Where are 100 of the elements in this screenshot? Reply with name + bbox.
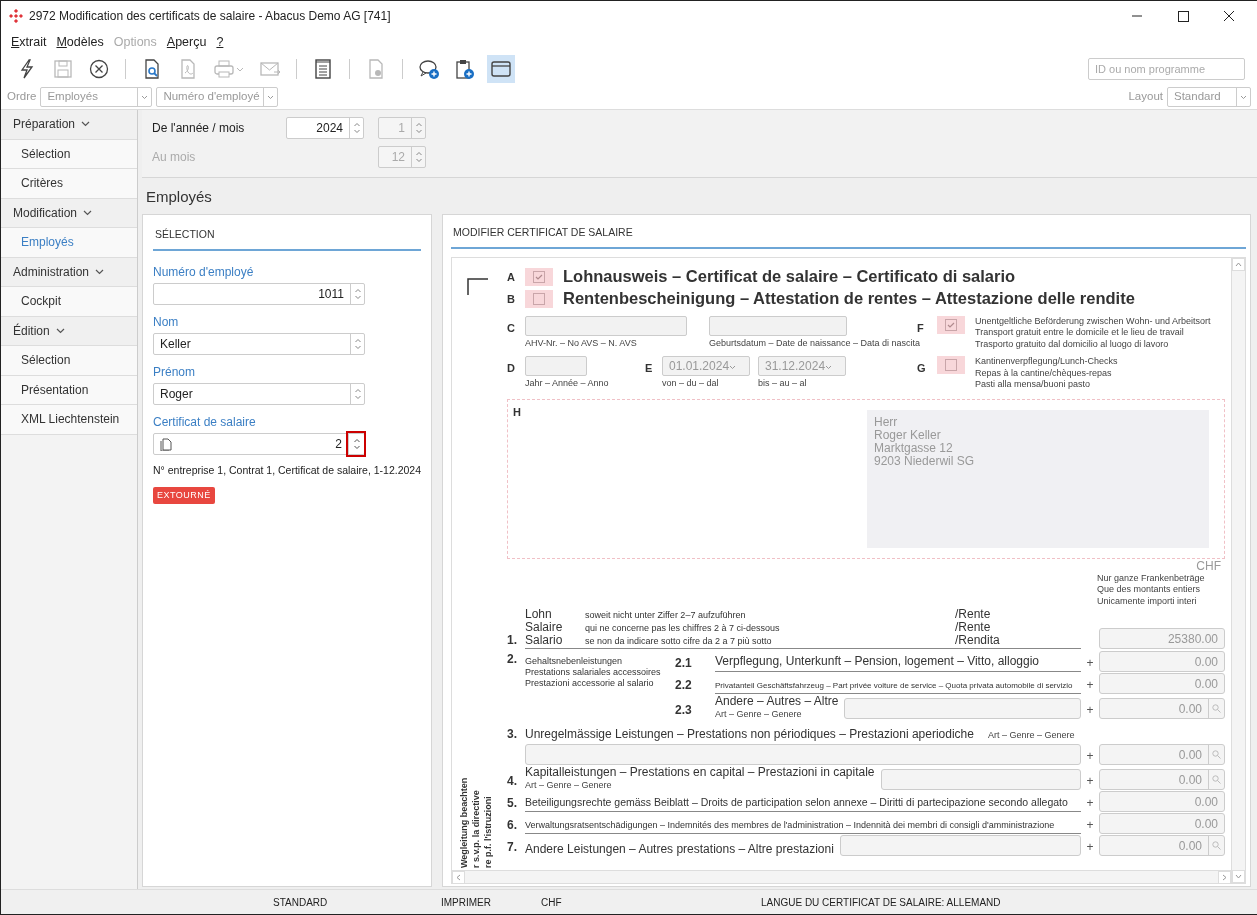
period-label: De l'année / mois xyxy=(152,119,246,137)
checkbox[interactable] xyxy=(937,356,965,375)
printer-icon xyxy=(213,58,245,80)
item-label: Verpflegung, Unterkunft – Pension, logement – Vitto, alloggio xyxy=(715,652,1081,673)
item-label: Privatanteil Geschäftsfahrzeug – Part privée voiture de service – Quota privata automobile di servizio xyxy=(715,680,1081,695)
ahv-field[interactable] xyxy=(525,315,687,336)
document-icon xyxy=(159,436,173,451)
menu-item[interactable]: Extrait xyxy=(11,32,47,52)
maximize-icon[interactable] xyxy=(1175,9,1191,23)
scroll-down-icon[interactable] xyxy=(1235,874,1242,879)
field-caption: Art – Genre – Genere xyxy=(987,730,1075,741)
save-icon xyxy=(52,58,74,80)
chevron-down-icon xyxy=(95,268,105,275)
plus-sign: + xyxy=(1085,817,1095,835)
item-label: Verwaltungsratsentschädigungen – Indemnités des membres de l'administration – Indennità dei membri di consigli d'amministrazione xyxy=(525,818,1081,835)
spinner-button[interactable] xyxy=(348,432,364,455)
plus-sign: + xyxy=(1085,655,1095,673)
field-label: Nom xyxy=(153,313,180,331)
checkbox[interactable] xyxy=(525,267,553,286)
layout-label: Layout xyxy=(1128,89,1163,105)
order-dropdown: Employés xyxy=(40,87,153,107)
sidebar-item[interactable]: Cockpit xyxy=(1,287,137,317)
item-note: qui ne concerne pas les chiffres 2 à 7 ci-dessous xyxy=(585,622,781,635)
sidebar-item[interactable]: Critères xyxy=(1,169,137,199)
item-note: se non da indicare sotto cifre da 2 a 7 più sotto xyxy=(585,635,773,648)
period-label: Au mois xyxy=(152,148,197,166)
item-number: 2. xyxy=(507,651,518,669)
up-down-arrows-icon xyxy=(353,386,362,401)
toolbar-button[interactable] xyxy=(487,55,515,83)
horizontal-scrollbar[interactable] xyxy=(452,870,1231,883)
item-number: 2.1 xyxy=(675,655,693,673)
text-field[interactable]: Roger xyxy=(153,382,365,405)
year-field[interactable] xyxy=(525,356,587,377)
chevron-down-icon xyxy=(83,209,93,216)
menu-item[interactable]: Modèles xyxy=(56,32,104,52)
up-down-arrows-icon xyxy=(353,336,362,351)
field-letter: F xyxy=(917,320,925,336)
type-field[interactable] xyxy=(525,744,1081,766)
plus-sign: + xyxy=(1085,748,1095,766)
field-caption: Art – Genre – Genere xyxy=(525,780,613,791)
field-caption: Jahr – Année – Anno xyxy=(525,377,610,391)
corner-mark-icon xyxy=(467,277,489,296)
panel-title: SÉLECTION xyxy=(153,223,421,251)
type-field[interactable] xyxy=(839,835,1081,857)
instruction-note: Wegleitung beachten r s.v.p. la directive re p.f. l'istruzioni xyxy=(458,776,494,868)
plus-sign: + xyxy=(1085,795,1095,813)
text-field[interactable]: Keller xyxy=(153,332,365,355)
field-letter: E xyxy=(645,361,654,377)
vertical-scrollbar[interactable] xyxy=(1231,257,1245,883)
sidebar-item[interactable]: Sélection xyxy=(1,139,137,169)
item-suffix: /Rente xyxy=(955,608,991,621)
field-letter: H xyxy=(513,404,522,420)
field-caption: bis – au – al xyxy=(758,377,808,391)
scroll-up-icon[interactable] xyxy=(1235,261,1242,267)
item-number: 5. xyxy=(507,795,518,813)
status-item: CHF xyxy=(541,895,563,910)
checkbox[interactable] xyxy=(525,289,553,308)
sidebar-item[interactable]: Sélection xyxy=(1,346,137,376)
checkbox[interactable] xyxy=(937,315,965,334)
type-field[interactable] xyxy=(844,698,1081,720)
program-search-field[interactable]: ID ou nom programme xyxy=(1088,58,1245,80)
item-note: soweit nicht unter Ziffer 2–7 aufzuführen xyxy=(585,609,747,622)
year-field[interactable]: 2024 xyxy=(286,116,364,139)
clipboard-add-icon xyxy=(454,58,476,80)
sidebar-item[interactable]: XML Liechtenstein xyxy=(1,405,137,435)
item-number: 2.2 xyxy=(675,677,693,695)
field-caption: AHV-Nr. – No AVS – N. AVS xyxy=(525,336,638,350)
plus-sign: + xyxy=(1085,839,1095,857)
item-label: Salaire xyxy=(525,621,564,634)
address-line: Herr xyxy=(874,415,899,429)
field-letter: A xyxy=(507,269,516,285)
menu-item[interactable]: Aperçu xyxy=(166,32,207,52)
month-field: 1 xyxy=(378,116,426,139)
plus-sign: + xyxy=(1085,773,1095,791)
certificate-type-title: Rentenbescheinigung – Attestation de rentes – Attestazione delle rendite xyxy=(563,288,1135,310)
close-icon[interactable] xyxy=(1221,9,1237,23)
sidebar-item[interactable]: Employés xyxy=(1,228,137,258)
plus-sign: + xyxy=(1085,677,1095,695)
app-logo-icon xyxy=(9,9,23,23)
currency-label: CHF xyxy=(1196,558,1221,573)
item-label: Unregelmässige Leistungen – Prestations non périodiques – Prestazioni aperiodiche xyxy=(525,726,974,744)
birthdate-field[interactable] xyxy=(709,315,847,336)
order-dropdown: Numéro d'employé xyxy=(156,87,279,107)
field-label: Prénom xyxy=(153,363,197,381)
type-field[interactable] xyxy=(880,769,1081,791)
sidebar-item[interactable]: Présentation xyxy=(1,375,137,405)
menu-item[interactable]: ? xyxy=(216,32,224,52)
item-label: Andere – Autres – Altre xyxy=(715,695,839,709)
window-title: 2972 Modification des certificats de salaire - Abacus Demo AG [741] xyxy=(29,8,392,25)
panel-title: MODIFIER CERTIFICAT DE SALAIRE xyxy=(451,221,1246,249)
certificate-info: N° entreprise 1, Contrat 1, Certificat de salaire, 1-12.2024 xyxy=(153,462,421,478)
scroll-left-icon[interactable] xyxy=(456,874,461,881)
number-field[interactable]: 1011 xyxy=(153,282,365,305)
document-field[interactable]: 2 xyxy=(153,432,365,455)
item-number: 3. xyxy=(507,726,518,744)
scroll-right-icon[interactable] xyxy=(1222,874,1227,881)
up-down-arrows-icon xyxy=(352,120,361,135)
item-number: 2.3 xyxy=(675,702,693,720)
comment-add-icon xyxy=(418,58,440,80)
section-title: Employés xyxy=(145,187,213,207)
